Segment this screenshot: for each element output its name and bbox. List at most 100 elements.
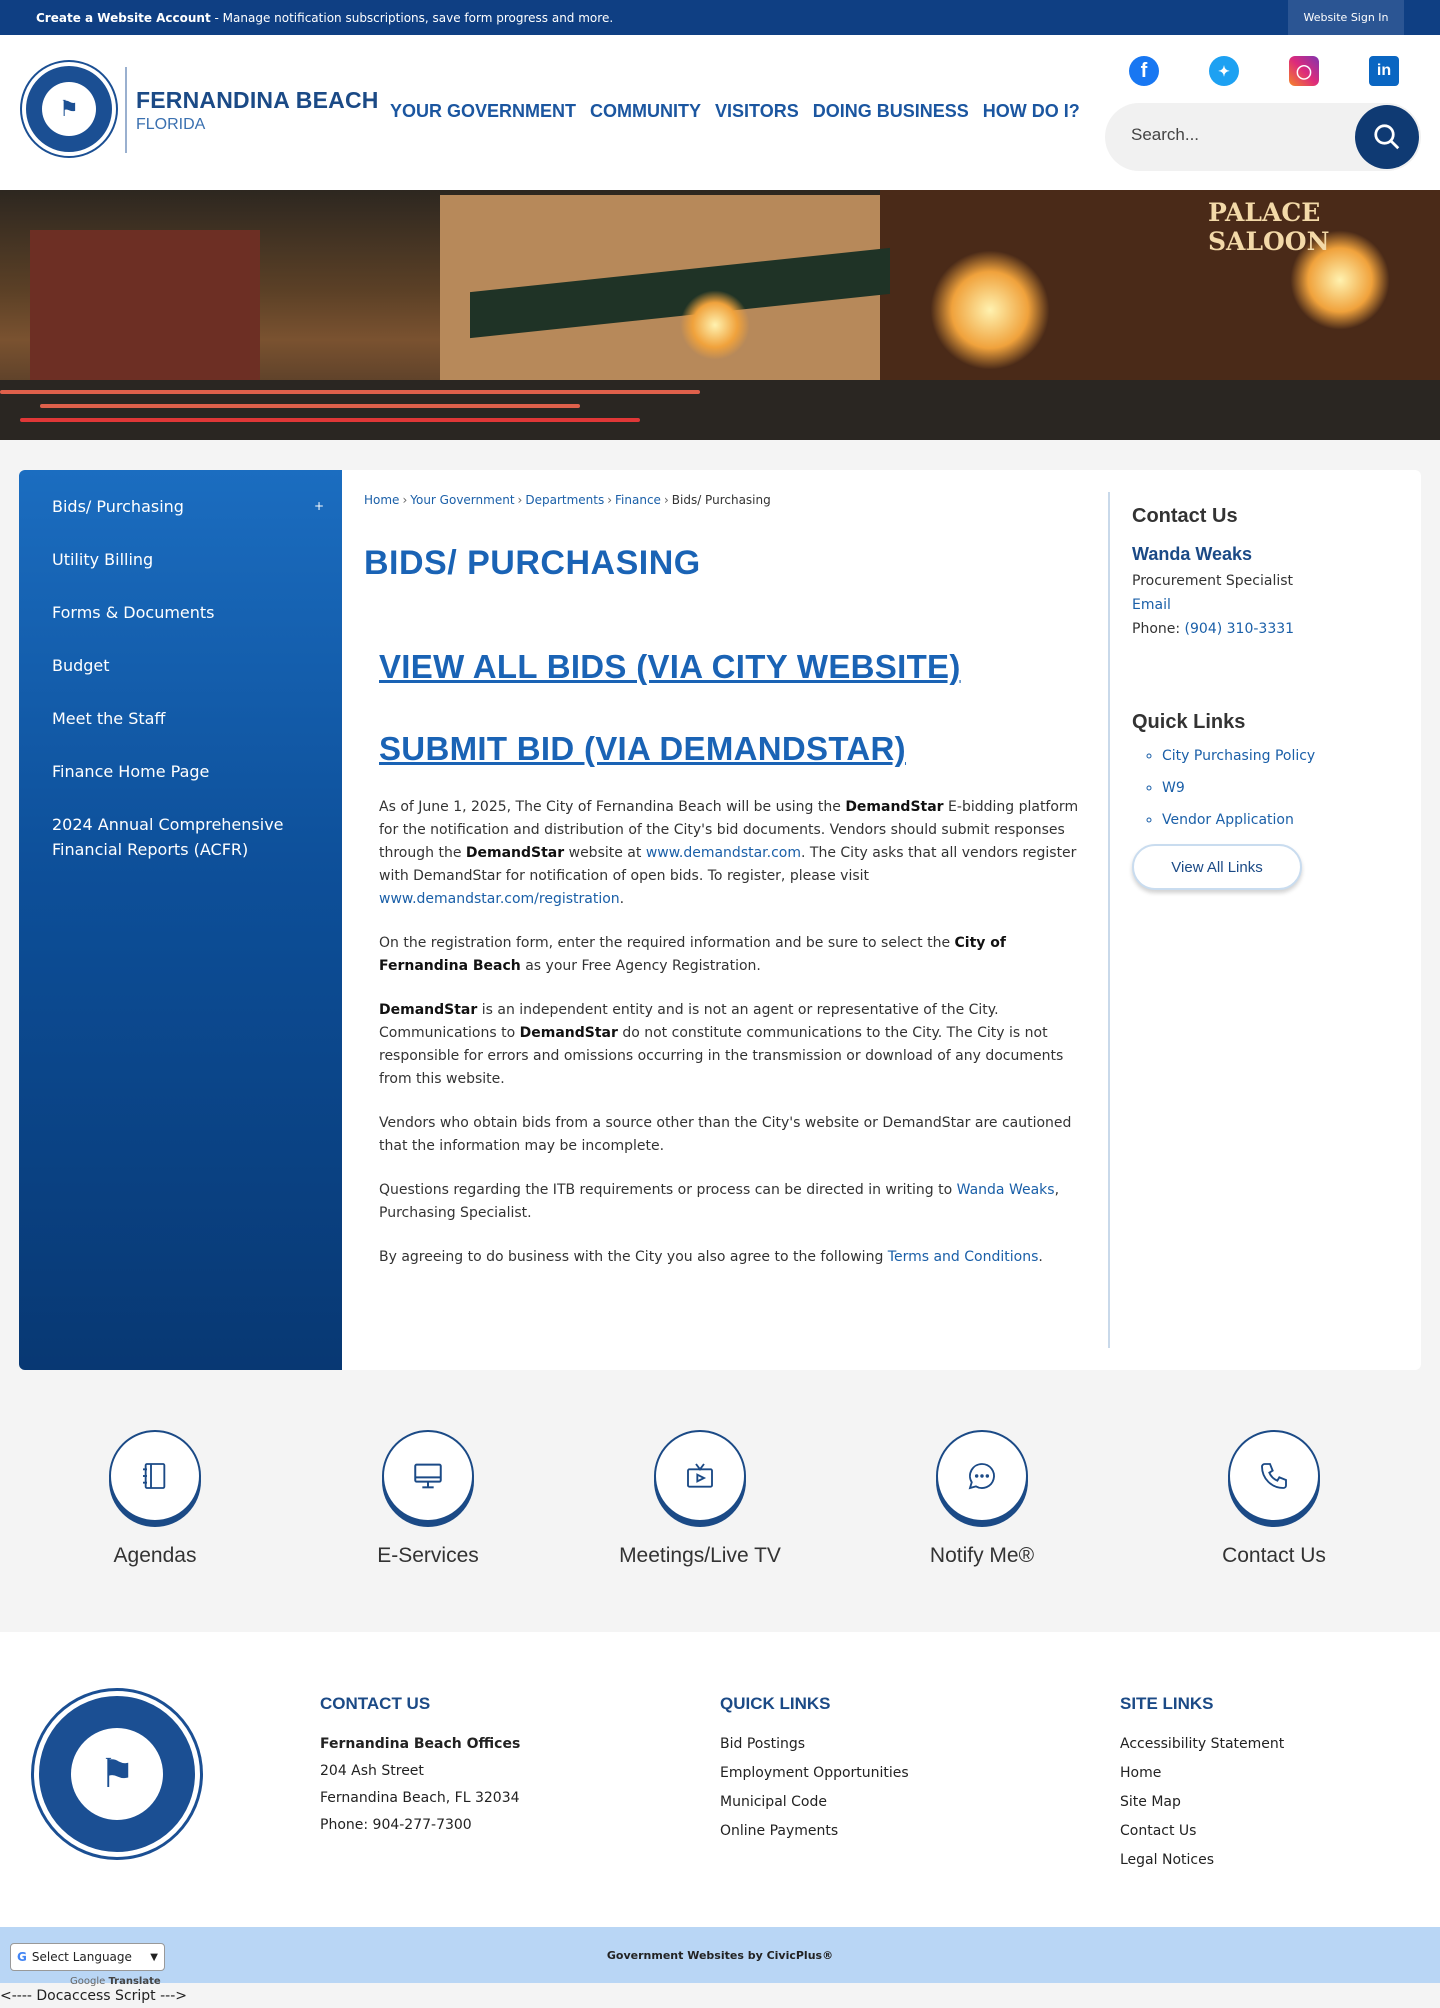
quick-icon-agendas[interactable]: Agendas xyxy=(45,1430,265,1568)
submit-bid-link[interactable]: SUBMIT BID (VIA DEMANDSTAR) xyxy=(379,730,906,768)
footer-link-bid-postings[interactable]: Bid Postings xyxy=(720,1736,909,1752)
city-seal-logo[interactable]: ⚑ xyxy=(22,62,116,156)
nav-your-government[interactable]: YOUR GOVERNMENT xyxy=(390,101,576,122)
footer-address-2: Fernandina Beach, FL 32034 xyxy=(320,1790,520,1806)
sidebar-item-forms-documents[interactable]: Forms & Documents xyxy=(19,586,342,639)
nav-community[interactable]: COMMUNITY xyxy=(590,101,701,122)
account-message-text: - Manage notification subscriptions, sav… xyxy=(210,10,614,25)
view-all-links-button[interactable]: View All Links xyxy=(1132,844,1302,890)
instagram-icon[interactable]: ◯ xyxy=(1289,56,1319,86)
nav-doing-business[interactable]: DOING BUSINESS xyxy=(813,101,969,122)
footer-link-accessibility[interactable]: Accessibility Statement xyxy=(1120,1736,1284,1752)
civicplus-credit[interactable]: Government Websites by CivicPlus® xyxy=(607,1949,833,1962)
twitter-icon[interactable]: ✦ xyxy=(1209,56,1239,86)
sidebar-item-budget[interactable]: Budget xyxy=(19,639,342,692)
breadcrumb-finance[interactable]: Finance xyxy=(615,493,661,507)
footer-link-municipal-code[interactable]: Municipal Code xyxy=(720,1794,909,1810)
footer-city-seal: ⚑ xyxy=(34,1691,200,1857)
site-name[interactable]: FERNANDINA BEACH xyxy=(136,87,379,114)
quick-icon-notify-me[interactable]: Notify Me® xyxy=(872,1430,1092,1568)
icon-label: Meetings/Live TV xyxy=(619,1544,781,1567)
footer-link-home[interactable]: Home xyxy=(1120,1765,1284,1781)
banner-light-trail xyxy=(0,390,700,394)
search-box xyxy=(1105,103,1421,171)
nav-how-do-i[interactable]: HOW DO I? xyxy=(983,101,1080,122)
banner-building-left xyxy=(30,230,260,400)
sidebar-item-label: Bids/ Purchasing xyxy=(52,497,184,516)
icon-label: E-Services xyxy=(377,1544,479,1567)
contact-role: Procurement Specialist xyxy=(1132,573,1294,589)
footer-contact: CONTACT US Fernandina Beach Offices 204 … xyxy=(320,1694,520,1844)
terms-conditions-link[interactable]: Terms and Conditions xyxy=(888,1249,1039,1265)
sidebar-item-acfr[interactable]: 2024 Annual Comprehensive Financial Repo… xyxy=(19,798,342,876)
breadcrumb: Home › Your Government › Departments › Finance… xyxy=(364,493,771,507)
chevron-down-icon: ▼ xyxy=(150,1951,158,1963)
contact-name: Wanda Weaks xyxy=(1132,544,1253,564)
breadcrumb-your-government[interactable]: Your Government xyxy=(410,493,514,507)
column-divider xyxy=(1108,492,1110,1348)
footer-link-legal-notices[interactable]: Legal Notices xyxy=(1120,1852,1284,1868)
lighthouse-icon: ⚑ xyxy=(71,1728,163,1820)
site-header: ⚑ FERNANDINA BEACH FLORIDA YOUR GOVERNME… xyxy=(0,35,1440,190)
quick-link-vendor-application[interactable]: Vendor Application xyxy=(1162,812,1294,828)
breadcrumb-home[interactable]: Home xyxy=(364,493,399,507)
site-state: FLORIDA xyxy=(136,116,206,133)
quick-icon-eservices[interactable]: E-Services xyxy=(318,1430,538,1568)
sidebar-item-utility-billing[interactable]: Utility Billing xyxy=(19,533,342,586)
footer-link-site-map[interactable]: Site Map xyxy=(1120,1794,1284,1810)
search-icon xyxy=(1374,124,1400,150)
create-account-link[interactable]: Create a Website Account xyxy=(36,11,211,25)
expand-icon[interactable]: + xyxy=(314,494,324,519)
facebook-icon[interactable]: f xyxy=(1129,56,1159,86)
top-bar: Create a Website Account - Manage notifi… xyxy=(0,0,1440,35)
banner-light-trail xyxy=(20,418,640,422)
nav-visitors[interactable]: VISITORS xyxy=(715,101,799,122)
language-select-value: Select Language xyxy=(31,1950,132,1964)
footer-office-name: Fernandina Beach Offices xyxy=(320,1736,521,1752)
paragraph-intro: As of June 1, 2025, The City of Fernandi… xyxy=(379,796,1079,911)
sidebar: Bids/ Purchasing + Utility Billing Forms … xyxy=(19,470,342,1370)
search-input[interactable] xyxy=(1131,125,1331,145)
icon-circle xyxy=(1228,1430,1320,1522)
footer-link-contact-us[interactable]: Contact Us xyxy=(1120,1823,1284,1839)
contact-email-row: Email xyxy=(1132,597,1402,613)
contact-email-link[interactable]: Email xyxy=(1132,597,1171,613)
linkedin-icon[interactable]: in xyxy=(1369,56,1399,86)
icon-circle xyxy=(382,1430,474,1522)
quick-link-w9[interactable]: W9 xyxy=(1162,780,1185,796)
quick-icon-meetings-tv[interactable]: Meetings/Live TV xyxy=(590,1430,810,1568)
sidebar-item-finance-home[interactable]: Finance Home Page xyxy=(19,745,342,798)
paragraph-caution: Vendors who obtain bids from a source ot… xyxy=(379,1115,1072,1154)
contact-phone-link[interactable]: (904) 310-3331 xyxy=(1185,621,1295,637)
text-bold: DemandStar xyxy=(379,1002,478,1018)
footer-link-online-payments[interactable]: Online Payments xyxy=(720,1823,909,1839)
sidebar-item-bids-purchasing[interactable]: Bids/ Purchasing + xyxy=(19,480,342,533)
footer-link-employment[interactable]: Employment Opportunities xyxy=(720,1765,909,1781)
icon-label: Contact Us xyxy=(1222,1544,1326,1567)
language-select[interactable]: G Select Language ▼ xyxy=(10,1943,165,1971)
contact-phone-row: Phone: (904) 310-3331 xyxy=(1132,621,1402,637)
notebook-icon xyxy=(143,1463,166,1489)
wanda-weaks-link[interactable]: Wanda Weaks xyxy=(957,1182,1055,1198)
sidebar-item-meet-staff[interactable]: Meet the Staff xyxy=(19,692,342,745)
sign-in-button[interactable]: Website Sign In xyxy=(1288,0,1404,35)
banner-light-trail xyxy=(40,404,580,408)
quick-links-heading: Quick Links xyxy=(1132,711,1246,733)
google-translate-credit: Google Translate xyxy=(70,1976,161,1987)
account-message: Create a Website Account - Manage notifi… xyxy=(36,11,613,25)
sidebar-menu: Bids/ Purchasing + Utility Billing Forms … xyxy=(19,470,342,876)
text-bold: DemandStar xyxy=(519,1025,618,1041)
phone-label: Phone: xyxy=(1132,621,1185,637)
breadcrumb-departments[interactable]: Departments xyxy=(525,493,604,507)
breadcrumb-separator: › xyxy=(663,493,669,507)
demandstar-link[interactable]: www.demandstar.com xyxy=(646,845,801,861)
translate-label[interactable]: Translate xyxy=(108,1976,160,1987)
text: website at xyxy=(564,845,646,861)
view-all-bids-link[interactable]: VIEW ALL BIDS (VIA CITY WEBSITE) xyxy=(379,648,961,686)
quick-link-purchasing-policy[interactable]: City Purchasing Policy xyxy=(1162,748,1315,764)
search-button[interactable] xyxy=(1355,105,1419,169)
text-bold: DemandStar xyxy=(845,799,944,815)
civicplus-credit-bar: Government Websites by CivicPlus® xyxy=(0,1927,1440,1983)
quick-icon-contact-us[interactable]: Contact Us xyxy=(1164,1430,1384,1568)
demandstar-registration-link[interactable]: www.demandstar.com/registration xyxy=(379,891,620,907)
